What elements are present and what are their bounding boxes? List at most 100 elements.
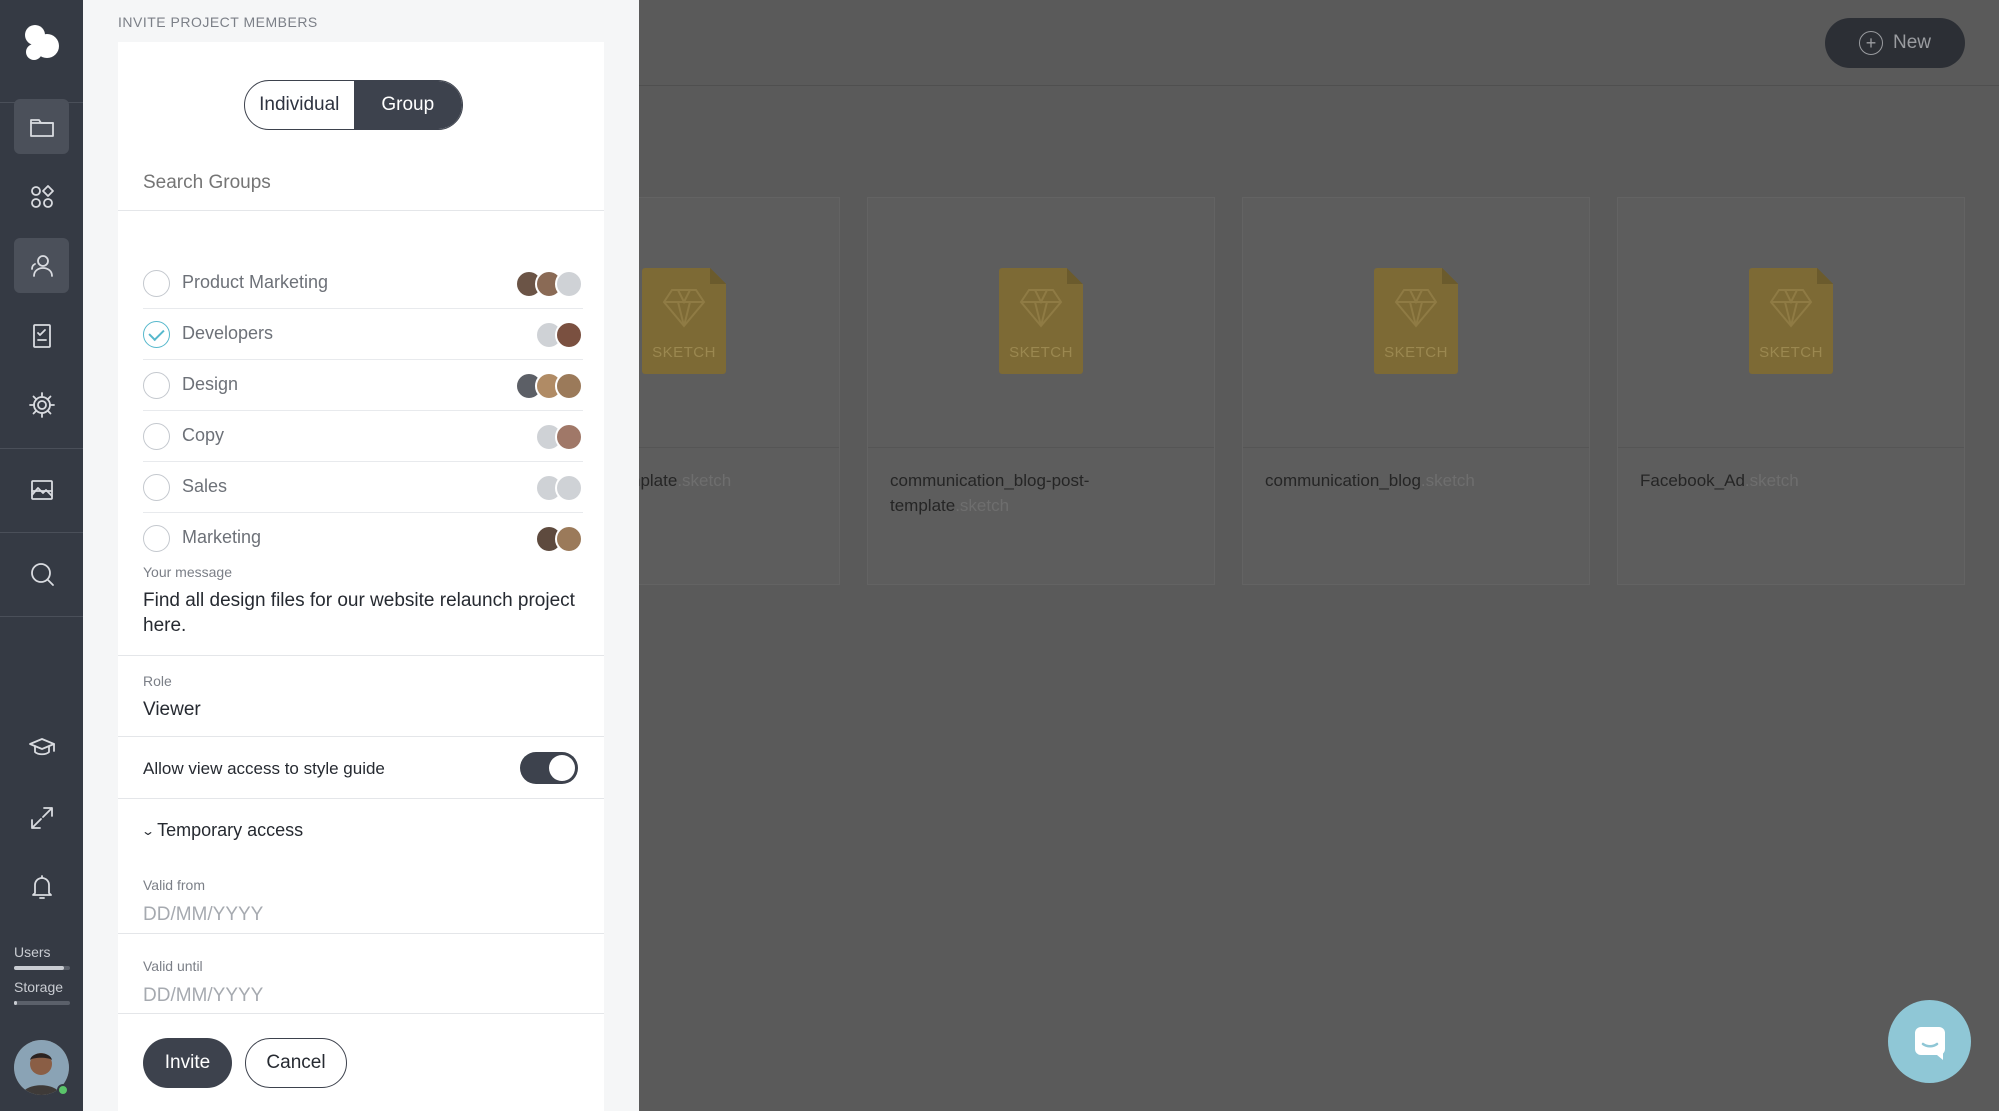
temporary-access-toggle[interactable]: ⌄ Temporary access <box>140 820 304 841</box>
sketch-file-icon: SKETCH <box>1374 268 1458 374</box>
nav-users[interactable] <box>14 238 69 293</box>
group-radio[interactable] <box>143 372 170 399</box>
group-name: Copy <box>182 425 225 445</box>
avatar <box>555 474 583 502</box>
divider <box>0 616 83 617</box>
member-avatars <box>515 270 583 298</box>
chat-button[interactable] <box>1888 1000 1971 1083</box>
group-row[interactable]: Design <box>143 360 583 411</box>
group-radio[interactable] <box>143 321 170 348</box>
valid-from-label: Valid from <box>143 877 205 893</box>
nav-settings[interactable] <box>14 377 69 432</box>
avatar <box>555 321 583 349</box>
group-radio[interactable] <box>143 270 170 297</box>
divider <box>118 933 604 934</box>
checklist-icon <box>32 323 51 348</box>
nav-projects[interactable] <box>14 99 69 154</box>
file-card[interactable]: SKETCH Facebook_Ad.sketch <box>1617 197 1965 585</box>
file-extension: .sketch <box>677 471 732 490</box>
apps-icon <box>30 184 54 208</box>
individual-option[interactable]: Individual <box>245 81 354 129</box>
divider <box>118 798 604 799</box>
valid-until-input[interactable]: DD/MM/YYYY <box>143 985 263 1007</box>
folder-icon <box>29 118 54 137</box>
storage-usage-bar <box>14 1001 70 1005</box>
storage-usage-fill <box>14 1001 17 1005</box>
member-avatars <box>535 321 583 349</box>
divider <box>118 1013 604 1014</box>
app-logo[interactable] <box>20 22 62 64</box>
cancel-button[interactable]: Cancel <box>245 1038 347 1088</box>
style-guide-toggle[interactable] <box>520 752 578 784</box>
invite-panel: INVITE PROJECT MEMBERS Individual Group … <box>83 0 639 1111</box>
valid-from-input[interactable]: DD/MM/YYYY <box>143 904 263 926</box>
group-name: Design <box>182 374 239 394</box>
users-icon <box>30 254 53 277</box>
group-row[interactable]: Copy <box>143 411 583 462</box>
divider <box>0 448 83 449</box>
nav-apps[interactable] <box>14 169 69 224</box>
role-select[interactable]: Viewer <box>143 697 583 722</box>
panel-title: INVITE PROJECT MEMBERS <box>118 14 318 30</box>
nav-expand[interactable] <box>14 790 69 845</box>
main-topbar <box>638 0 1999 86</box>
file-extension: .sketch <box>1744 471 1799 490</box>
invite-mode-toggle: Individual Group <box>244 80 463 130</box>
search-icon <box>30 562 54 586</box>
nav-rail: Users Storage <box>0 0 83 1111</box>
divider <box>118 210 604 211</box>
group-row[interactable]: Developers <box>143 309 583 360</box>
member-avatars <box>515 372 583 400</box>
avatar <box>555 423 583 451</box>
storage-usage-label: Storage <box>14 979 64 995</box>
users-usage-bar <box>14 966 70 970</box>
group-radio[interactable] <box>143 474 170 501</box>
member-avatars <box>535 423 583 451</box>
sketch-file-icon: SKETCH <box>642 268 726 374</box>
file-type-label: SKETCH <box>1759 344 1823 361</box>
users-usage-fill <box>14 966 65 970</box>
group-option[interactable]: Group <box>353 81 462 129</box>
file-extension: .sketch <box>955 496 1010 515</box>
toggle-knob <box>549 755 575 781</box>
file-name-text: communication_blog <box>1265 471 1421 490</box>
nav-gallery[interactable] <box>14 462 69 517</box>
nav-notifications[interactable] <box>14 859 69 914</box>
bell-icon <box>31 874 52 899</box>
group-name: Marketing <box>182 527 262 547</box>
chevron-down-icon: ⌄ <box>140 823 156 838</box>
search-groups-input[interactable] <box>143 172 583 194</box>
group-name: Sales <box>182 476 228 496</box>
expand-icon <box>30 806 53 829</box>
nav-learn[interactable] <box>14 720 69 775</box>
file-card[interactable]: SKETCH communication_blog.sketch <box>1242 197 1590 585</box>
file-card[interactable]: SKETCH communication_blog-post-template.… <box>867 197 1215 585</box>
nav-tasks[interactable] <box>14 308 69 363</box>
avatar <box>555 525 583 553</box>
gallery-icon <box>30 479 53 500</box>
file-thumbnail: SKETCH <box>868 198 1214 448</box>
invite-button[interactable]: Invite <box>143 1038 232 1088</box>
group-name: Product Marketing <box>182 272 329 292</box>
member-avatars <box>535 474 583 502</box>
group-row[interactable]: Sales <box>143 462 583 513</box>
group-row[interactable]: Product Marketing <box>143 258 583 309</box>
style-guide-label: Allow view access to style guide <box>143 759 385 778</box>
group-name: Developers <box>182 323 274 343</box>
sketch-file-icon: SKETCH <box>999 268 1083 374</box>
invite-form: Individual Group Product Marketing Develo… <box>118 42 604 1111</box>
message-field[interactable]: Find all design files for our website re… <box>143 588 583 638</box>
message-label: Your message <box>143 564 232 580</box>
file-type-label: SKETCH <box>1009 344 1073 361</box>
group-row[interactable]: Marketing <box>143 513 583 564</box>
file-name-text: Facebook_Ad <box>1640 471 1745 490</box>
new-button[interactable]: + New <box>1825 18 1965 68</box>
group-radio[interactable] <box>143 525 170 552</box>
file-type-label: SKETCH <box>652 344 716 361</box>
learn-icon <box>28 737 55 755</box>
file-thumbnail: SKETCH <box>1618 198 1964 448</box>
group-radio[interactable] <box>143 423 170 450</box>
file-name: communication_blog-post-template.sketch <box>890 468 1120 518</box>
nav-search[interactable] <box>14 546 69 601</box>
temporary-access-label: Temporary access <box>157 820 304 840</box>
